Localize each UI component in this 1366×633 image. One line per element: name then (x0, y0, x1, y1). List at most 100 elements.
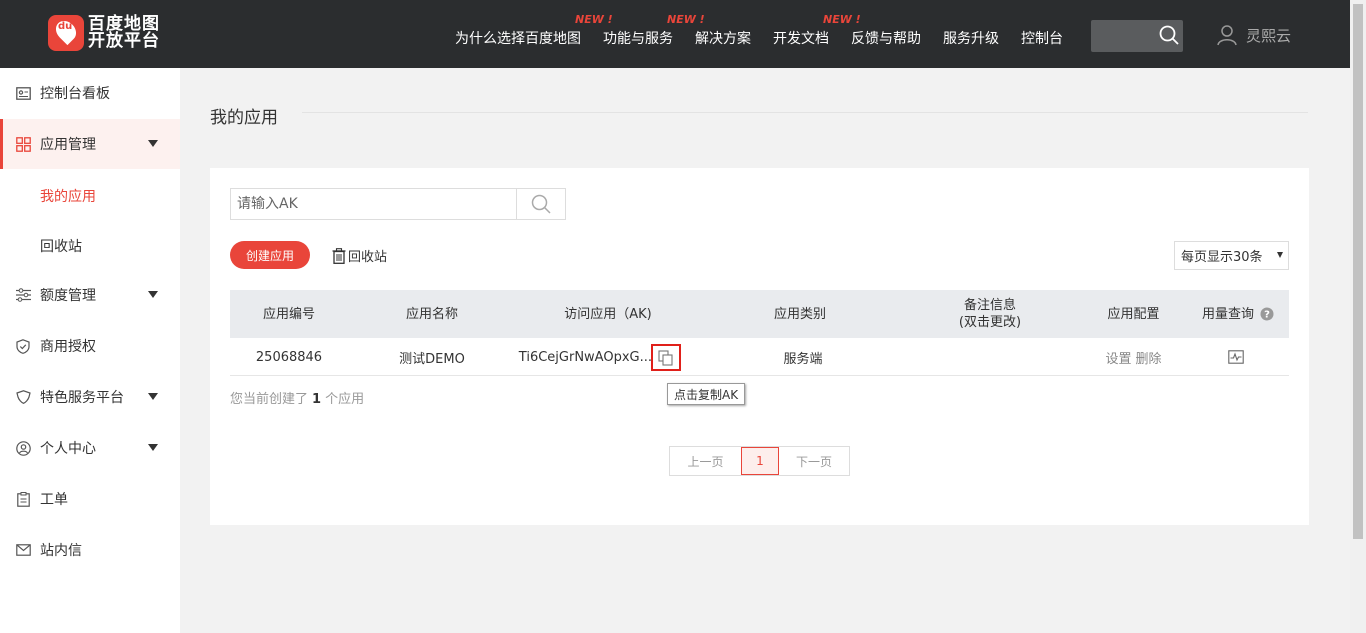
user-circle-icon (15, 440, 31, 456)
chart-icon[interactable] (1228, 350, 1244, 364)
col-category: 应用类别 (773, 306, 826, 322)
sidebar-item-dashboard[interactable]: 控制台看板 (0, 68, 180, 118)
mail-icon (15, 542, 31, 558)
page-scrollbar[interactable] (1350, 0, 1366, 633)
logo-line-2: 开放平台 (88, 31, 160, 51)
cell-category: 服务端 (783, 351, 823, 367)
count-suffix: 个应用 (325, 392, 365, 407)
sliders-icon (15, 287, 31, 303)
ak-search-button[interactable] (516, 188, 566, 220)
caret-down-icon (148, 444, 158, 451)
search-icon (531, 194, 551, 214)
copy-ak-button[interactable] (651, 344, 681, 371)
sidebar-item-app-management[interactable]: 应用管理 (0, 119, 180, 169)
logo-text: 百度地图 开放平台 (88, 16, 160, 50)
title-divider (302, 112, 1308, 113)
scrollbar-thumb[interactable] (1353, 4, 1363, 539)
sidebar-item-label: 工单 (40, 492, 68, 508)
count-value: 1 (312, 392, 322, 407)
sidebar-item-tickets[interactable]: 工单 (0, 474, 180, 524)
sidebar-item-personal-center[interactable]: 个人中心 (0, 423, 180, 473)
cell-app-name: 测试DEMO (399, 351, 465, 367)
col-note: 备注信息 (双击更改) (900, 290, 1080, 338)
dashboard-icon (15, 85, 31, 101)
username: 灵熙云 (1246, 26, 1292, 45)
pagination: 上一页 1 下一页 (669, 446, 850, 476)
table-header: 应用编号 应用名称 访问应用（AK) 应用类别 备注信息 (双击更改) 应用配置… (230, 290, 1289, 338)
page-title: 我的应用 (210, 108, 278, 128)
col-note-line2: (双击更改) (958, 315, 1022, 330)
copy-icon (658, 349, 673, 366)
cell-note[interactable] (900, 338, 1080, 376)
sidebar-subitem-recycle-bin[interactable]: 回收站 (40, 236, 82, 256)
sidebar-item-label: 应用管理 (40, 137, 96, 153)
cell-ak: Ti6CejGrNwAOpxG... (518, 349, 652, 365)
nav-console[interactable]: 控制台 (1021, 28, 1063, 48)
logo-badge: du (58, 21, 73, 32)
caret-down-icon (148, 393, 158, 400)
top-navbar: du 百度地图 开放平台 为什么选择百度地图 NEW ! 功能与服务 NEW !… (0, 0, 1350, 68)
grid-icon (15, 136, 31, 152)
caret-down-icon (148, 140, 158, 147)
user-menu[interactable]: 灵熙云 (1216, 24, 1291, 46)
cell-config: 设置 删除 (1080, 338, 1187, 376)
header-search[interactable] (1091, 20, 1183, 52)
nav-new-badge: NEW ! (575, 13, 613, 26)
app-count-text: 您当前创建了 1 个应用 (230, 388, 364, 407)
heart-shield-icon (15, 389, 31, 405)
copy-ak-tooltip: 点击复制AK (667, 383, 746, 405)
table-row: 25068846 测试DEMO Ti6CejGrNwAOpxG... 服务端 设… (230, 338, 1289, 376)
nav-new-badge: NEW ! (667, 13, 705, 26)
sidebar-item-label: 个人中心 (40, 441, 96, 457)
delete-link[interactable]: 删除 (1136, 348, 1162, 367)
page-number-current[interactable]: 1 (741, 447, 779, 475)
sidebar-item-label: 特色服务平台 (40, 390, 124, 406)
nav-solutions[interactable]: 解决方案 (695, 28, 751, 48)
per-page-value: 每页显示30条 (1181, 250, 1263, 265)
nav-why-baidu[interactable]: 为什么选择百度地图 (455, 28, 581, 48)
sidebar-item-inbox[interactable]: 站内信 (0, 525, 180, 575)
count-prefix: 您当前创建了 (230, 392, 309, 407)
col-app-id: 应用编号 (262, 306, 315, 322)
help-icon[interactable]: ? (1260, 307, 1274, 321)
logo-mark-icon: du (48, 15, 84, 51)
sidebar: 控制台看板 应用管理 我的应用 回收站 额度管理 商用授权 特色服务平台 个人中 (0, 68, 180, 633)
col-ak: 访问应用（AK) (564, 306, 652, 322)
baidu-map-logo[interactable]: du 百度地图 开放平台 (48, 15, 160, 51)
sidebar-subitem-my-apps[interactable]: 我的应用 (40, 186, 96, 206)
nav-feedback[interactable]: 反馈与帮助 (851, 28, 921, 48)
caret-down-icon (1277, 252, 1283, 258)
ak-search-input[interactable] (230, 188, 517, 220)
next-page-button[interactable]: 下一页 (779, 447, 849, 475)
col-usage-label: 用量查询 (1201, 306, 1254, 322)
prev-page-button[interactable]: 上一页 (670, 447, 741, 475)
nav-new-badge: NEW ! (823, 13, 861, 26)
per-page-select[interactable]: 每页显示30条 (1174, 241, 1289, 270)
cell-app-id: 25068846 (255, 349, 323, 365)
sidebar-item-label: 商用授权 (40, 339, 96, 355)
col-usage: 用量查询 ? (1187, 290, 1289, 338)
nav-features[interactable]: 功能与服务 (603, 28, 673, 48)
col-config: 应用配置 (1107, 306, 1160, 322)
nav-docs[interactable]: 开发文档 (773, 28, 829, 48)
sidebar-item-commercial-license[interactable]: 商用授权 (0, 321, 180, 371)
recycle-bin-label: 回收站 (348, 250, 388, 265)
clipboard-icon (15, 491, 31, 507)
settings-link[interactable]: 设置 (1105, 348, 1131, 367)
sidebar-item-label: 站内信 (40, 543, 82, 559)
col-app-name: 应用名称 (405, 306, 458, 322)
sidebar-item-featured-services[interactable]: 特色服务平台 (0, 372, 180, 422)
sidebar-item-label: 额度管理 (40, 288, 96, 304)
trash-icon (332, 247, 346, 264)
sidebar-item-label: 控制台看板 (40, 86, 110, 102)
caret-down-icon (148, 291, 158, 298)
sidebar-item-quota[interactable]: 额度管理 (0, 270, 180, 320)
search-icon[interactable] (1159, 25, 1179, 45)
cell-usage (1187, 338, 1285, 376)
shield-icon (15, 338, 31, 354)
nav-upgrade[interactable]: 服务升级 (943, 28, 999, 48)
recycle-bin-button[interactable]: 回收站 (332, 246, 387, 265)
create-app-button[interactable]: 创建应用 (230, 241, 310, 269)
svg-text:?: ? (1264, 310, 1270, 321)
user-icon (1217, 25, 1237, 46)
